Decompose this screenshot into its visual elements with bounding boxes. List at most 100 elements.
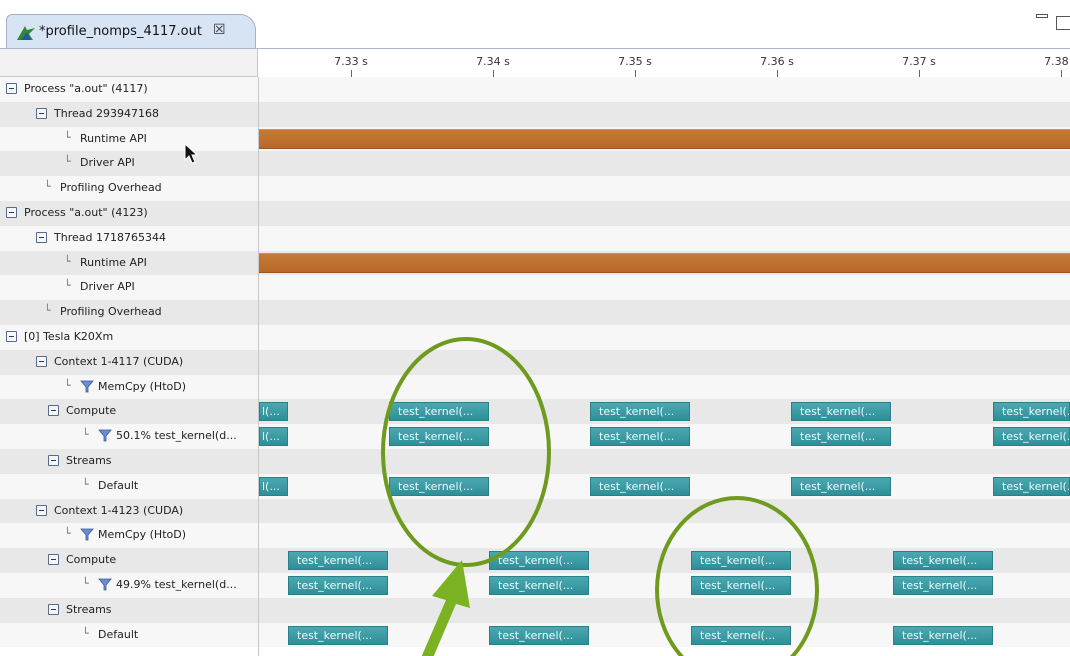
tree-row[interactable]: └ Default (0, 473, 1070, 499)
tree-branch-icon: └ (64, 279, 71, 293)
kernel-block[interactable]: test_kernel(... (489, 576, 589, 595)
tree-label: Driver API (80, 156, 135, 170)
tree-branch-icon: └ (64, 527, 71, 541)
tick-mark (1061, 70, 1062, 77)
collapse-toggle-icon[interactable] (36, 355, 47, 367)
filter-icon (80, 380, 94, 392)
kernel-block[interactable]: test_kernel(... (893, 551, 993, 571)
tree-row[interactable]: Streams (0, 449, 1070, 474)
tree-row[interactable]: └ Driver API (0, 275, 1070, 301)
collapse-toggle-icon[interactable] (6, 83, 17, 94)
pane-divider[interactable] (258, 77, 259, 656)
tree-row[interactable]: Thread 1718765344 (0, 225, 1070, 251)
kernel-block[interactable]: test_kernel(... (791, 476, 891, 496)
collapse-toggle-icon[interactable] (48, 603, 59, 615)
tick-mark (919, 70, 920, 77)
kernel-block[interactable]: test_kernel(... (590, 476, 690, 496)
tree-label: Profiling Overhead (60, 181, 162, 195)
collapse-toggle-icon[interactable] (6, 207, 17, 218)
minimize-icon[interactable] (1036, 14, 1048, 18)
tree-row[interactable]: Context 1-4117 (CUDA) (0, 349, 1070, 375)
ruler-corner (0, 49, 258, 77)
tree-branch-icon: └ (82, 626, 89, 640)
tick-label: 7.34 s (476, 55, 510, 68)
tree-row[interactable]: └ MemCpy (HtoD) (0, 523, 1070, 549)
tree-row[interactable]: └ 50.1% test_kernel(d... (0, 424, 1070, 449)
kernel-block[interactable]: test_kernel(... (590, 427, 690, 447)
tick-mark (351, 70, 352, 77)
collapse-toggle-icon[interactable] (36, 107, 47, 119)
kernel-block[interactable]: l(... (259, 427, 288, 447)
timeline-ruler[interactable]: 7.33 s 7.34 s 7.35 s 7.36 s 7.37 s 7.38 s (258, 49, 1070, 78)
kernel-block[interactable]: test_kernel(... (791, 402, 891, 422)
collapse-toggle-icon[interactable] (48, 554, 59, 566)
tree-row[interactable]: [0] Tesla K20Xm (0, 325, 1070, 350)
tree-label: Compute (66, 404, 117, 418)
kernel-block[interactable]: test_kernel(... (993, 427, 1070, 447)
tree-label: Process "a.out" (4117) (24, 82, 148, 95)
collapse-toggle-icon[interactable] (36, 504, 47, 516)
tick-label: 7.33 s (334, 55, 368, 68)
tree-label: Streams (66, 602, 112, 616)
tree-row[interactable]: Compute (0, 399, 1070, 425)
tree-branch-icon: └ (44, 180, 51, 194)
filter-icon (98, 429, 112, 442)
tree-label: Process "a.out" (4123) (24, 206, 148, 219)
tree-label: 49.9% test_kernel(d... (116, 578, 237, 591)
tree-row[interactable]: └ Profiling Overhead (0, 300, 1070, 325)
tree-label: Runtime API (80, 131, 147, 145)
kernel-block[interactable]: test_kernel(... (389, 402, 489, 422)
kernel-block[interactable]: test_kernel(... (893, 625, 993, 645)
kernel-block[interactable]: test_kernel(... (993, 476, 1070, 496)
tree-branch-icon: └ (82, 428, 89, 442)
close-icon[interactable]: ☒ (213, 22, 226, 38)
tree-label: Streams (66, 454, 112, 467)
tree-branch-icon: └ (64, 155, 71, 169)
tree-row[interactable]: Process "a.out" (4123) (0, 201, 1070, 226)
runtime-api-bar[interactable] (259, 129, 1070, 150)
tree-row[interactable]: Thread 293947168 (0, 101, 1070, 127)
kernel-block[interactable]: test_kernel(... (288, 551, 388, 571)
kernel-block[interactable]: test_kernel(... (993, 402, 1070, 422)
tree-label: [0] Tesla K20Xm (24, 330, 114, 343)
kernel-block[interactable]: test_kernel(... (489, 625, 589, 645)
kernel-block[interactable]: test_kernel(... (590, 402, 690, 422)
kernel-block[interactable]: l(... (259, 402, 288, 422)
kernel-block[interactable]: test_kernel(... (288, 625, 388, 645)
tree-label: Thread 1718765344 (54, 230, 166, 244)
kernel-block[interactable]: test_kernel(... (691, 625, 791, 645)
collapse-toggle-icon[interactable] (6, 331, 17, 342)
tree-row[interactable]: └ MemCpy (HtoD) (0, 374, 1070, 400)
tree-branch-icon: └ (64, 378, 71, 392)
collapse-toggle-icon[interactable] (36, 231, 47, 243)
collapse-toggle-icon[interactable] (48, 455, 59, 466)
kernel-block[interactable]: test_kernel(... (691, 576, 791, 595)
kernel-block[interactable]: l(... (259, 476, 288, 496)
kernel-block[interactable]: test_kernel(... (893, 576, 993, 595)
tab-title: *profile_nomps_4117.out (39, 24, 202, 39)
tree-row[interactable]: Process "a.out" (4117) (0, 77, 1070, 102)
tree-row[interactable]: Streams (0, 597, 1070, 623)
runtime-api-bar[interactable] (259, 253, 1070, 274)
tree-label: 50.1% test_kernel(d... (116, 429, 237, 443)
tree-row[interactable]: └ Driver API (0, 151, 1070, 177)
tree-row[interactable]: └ Profiling Overhead (0, 176, 1070, 201)
collapse-toggle-icon[interactable] (48, 405, 59, 417)
tick-mark (777, 70, 778, 77)
tree-label: Runtime API (80, 255, 147, 269)
kernel-block[interactable]: test_kernel(... (288, 576, 388, 595)
tree-row[interactable]: Context 1-4123 (CUDA) (0, 498, 1070, 524)
tree-branch-icon: └ (82, 477, 89, 491)
tree-label: Default (98, 478, 139, 492)
tree-branch-icon: └ (64, 254, 71, 268)
kernel-block[interactable]: test_kernel(... (691, 551, 791, 571)
tree-branch-icon: └ (64, 130, 71, 144)
tree-label: MemCpy (HtoD) (98, 379, 187, 393)
kernel-block[interactable]: test_kernel(... (389, 427, 489, 447)
editor-tab[interactable]: *profile_nomps_4117.out ☒ (6, 14, 256, 48)
kernel-block[interactable]: test_kernel(... (489, 551, 589, 571)
maximize-icon[interactable] (1056, 16, 1070, 30)
mouse-pointer-icon (184, 143, 199, 164)
kernel-block[interactable]: test_kernel(... (389, 476, 489, 496)
kernel-block[interactable]: test_kernel(... (791, 427, 891, 447)
